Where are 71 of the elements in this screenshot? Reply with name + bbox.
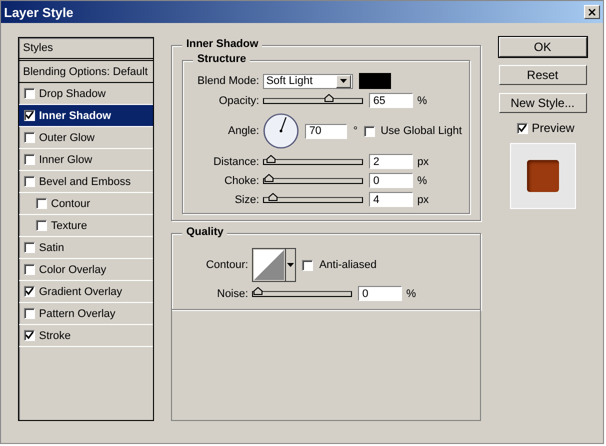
dialog-button[interactable]: Reset — [498, 65, 587, 85]
value-field[interactable]: 65 — [369, 93, 414, 108]
slider-label: Noise: — [216, 288, 248, 300]
list-item[interactable]: Inner Glow — [19, 149, 154, 171]
angle-field[interactable]: 70 — [305, 124, 348, 138]
checkbox[interactable] — [24, 176, 35, 187]
list-item[interactable]: Blending Options: Default — [19, 61, 154, 83]
group-title: Quality — [182, 226, 228, 238]
dialog-button[interactable]: OK — [498, 37, 587, 57]
checkbox[interactable] — [24, 308, 35, 319]
value-field[interactable]: 0 — [358, 286, 402, 301]
checkbox[interactable] — [24, 264, 35, 275]
preview-swatch — [526, 160, 559, 192]
group-title: Structure — [193, 53, 250, 65]
list-item[interactable]: Texture — [19, 215, 154, 237]
caret-icon — [336, 74, 352, 88]
slider-thumb[interactable] — [324, 94, 334, 102]
caret-icon — [285, 249, 296, 281]
unit-label: % — [417, 174, 428, 186]
list-item[interactable]: Stroke — [19, 325, 154, 347]
styles-header[interactable]: Styles — [19, 38, 154, 61]
list-item[interactable]: Bevel and Emboss — [19, 171, 154, 193]
contour-picker[interactable] — [252, 248, 296, 282]
list-item[interactable]: Color Overlay — [19, 259, 154, 281]
checkbox[interactable] — [24, 154, 35, 165]
angle-dial[interactable] — [263, 113, 300, 149]
group-title: Inner Shadow — [182, 38, 262, 50]
value-field[interactable]: 0 — [369, 173, 414, 188]
checkbox[interactable] — [24, 110, 35, 121]
list-item[interactable]: Satin — [19, 237, 154, 259]
dialog-button[interactable]: New Style... — [498, 93, 587, 113]
close-button[interactable]: × — [584, 5, 600, 19]
checkbox[interactable] — [24, 286, 35, 297]
list-item[interactable]: Outer Glow — [19, 127, 154, 149]
list-item[interactable]: Pattern Overlay — [19, 303, 154, 325]
slider-thumb[interactable] — [268, 192, 278, 200]
slider-label: Opacity: — [218, 94, 260, 106]
field-label: Angle: — [226, 125, 260, 137]
slider-label: Distance: — [212, 156, 260, 168]
checkbox-label: Use Global Light — [380, 125, 462, 137]
value-field[interactable]: 4 — [369, 192, 414, 207]
checkbox[interactable] — [24, 242, 35, 253]
checkbox[interactable] — [302, 260, 314, 270]
unit-label: px — [417, 156, 430, 168]
slider-thumb[interactable] — [264, 174, 274, 182]
window-title: Layer Style — [4, 4, 74, 20]
checkbox[interactable] — [24, 132, 35, 143]
field-label: Contour: — [204, 259, 248, 271]
list-item[interactable]: Gradient Overlay — [19, 281, 154, 303]
checkbox[interactable] — [36, 220, 47, 231]
checkbox-label: Anti-aliased — [319, 259, 377, 271]
list-item[interactable]: Inner Shadow — [19, 105, 154, 127]
unit-label: ° — [353, 125, 358, 137]
list-item[interactable]: Contour — [19, 193, 154, 215]
unit-label: % — [417, 94, 428, 106]
checkbox[interactable] — [24, 88, 35, 99]
slider-label: Choke: — [223, 174, 260, 186]
slider-thumb[interactable] — [266, 154, 276, 162]
checkbox-label: Preview — [532, 121, 574, 135]
field-label: Blend Mode: — [196, 75, 260, 87]
unit-label: px — [417, 194, 430, 206]
unit-label: % — [406, 288, 417, 300]
slider-thumb[interactable] — [253, 286, 264, 294]
checkbox[interactable] — [364, 126, 375, 136]
checkbox[interactable] — [516, 122, 528, 134]
slider-label: Size: — [234, 194, 260, 206]
color-swatch[interactable] — [359, 73, 392, 89]
value-field[interactable]: 2 — [369, 154, 414, 169]
checkbox[interactable] — [24, 330, 35, 341]
checkbox[interactable] — [36, 198, 47, 209]
blend-mode-dropdown[interactable]: Soft Light — [263, 74, 354, 88]
